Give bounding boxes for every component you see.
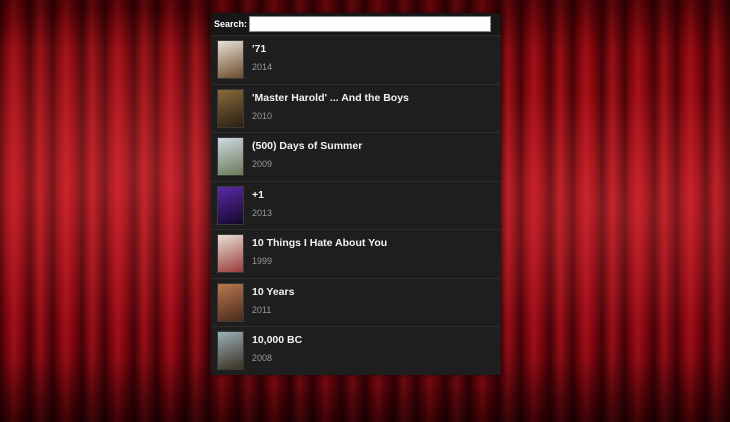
movie-list-item[interactable]: 'Master Harold' ... And the Boys 2010: [211, 85, 501, 133]
movie-year: 2010: [252, 110, 273, 121]
poster-thumbnail: [217, 234, 244, 273]
movie-list: '71 2014 'Master Harold' ... And the Boy…: [211, 36, 501, 375]
movie-title: 10,000 BC: [252, 334, 303, 346]
movie-list-item[interactable]: +1 2013: [211, 182, 501, 230]
poster-thumbnail: [217, 331, 244, 370]
movie-year: 1999: [252, 256, 273, 266]
movie-list-item[interactable]: (500) Days of Summer 2009: [211, 133, 501, 182]
movie-year: 2011: [252, 304, 272, 315]
movie-title: 'Master Harold' ... And the Boys: [252, 91, 409, 104]
search-bar: Search:: [211, 13, 501, 36]
movie-list-item[interactable]: '71 2014: [211, 36, 501, 85]
movie-title: +1: [252, 188, 264, 201]
poster-thumbnail: [217, 40, 244, 79]
movie-year: 2008: [252, 353, 273, 363]
movie-title: 10 Years: [252, 285, 295, 298]
poster-thumbnail: [217, 137, 244, 176]
search-input[interactable]: [249, 16, 491, 32]
movie-list-item[interactable]: 10,000 BC 2008: [211, 327, 501, 375]
poster-thumbnail: [217, 185, 244, 225]
movie-year: 2009: [252, 159, 273, 169]
movie-year: 2014: [252, 62, 273, 72]
movie-title: '71: [252, 43, 267, 55]
movie-year: 2013: [252, 207, 273, 218]
poster-thumbnail: [217, 88, 244, 128]
movie-list-item[interactable]: 10 Years 2011: [211, 279, 501, 327]
movie-title: (500) Days of Summer: [252, 140, 363, 152]
search-label: Search:: [214, 19, 248, 29]
movie-list-panel: Search: '71 2014 'Master Harold' ... And…: [211, 13, 501, 375]
poster-thumbnail: [217, 282, 244, 322]
movie-list-item[interactable]: 10 Things I Hate About You 1999: [211, 230, 501, 279]
movie-title: 10 Things I Hate About You: [252, 237, 388, 249]
